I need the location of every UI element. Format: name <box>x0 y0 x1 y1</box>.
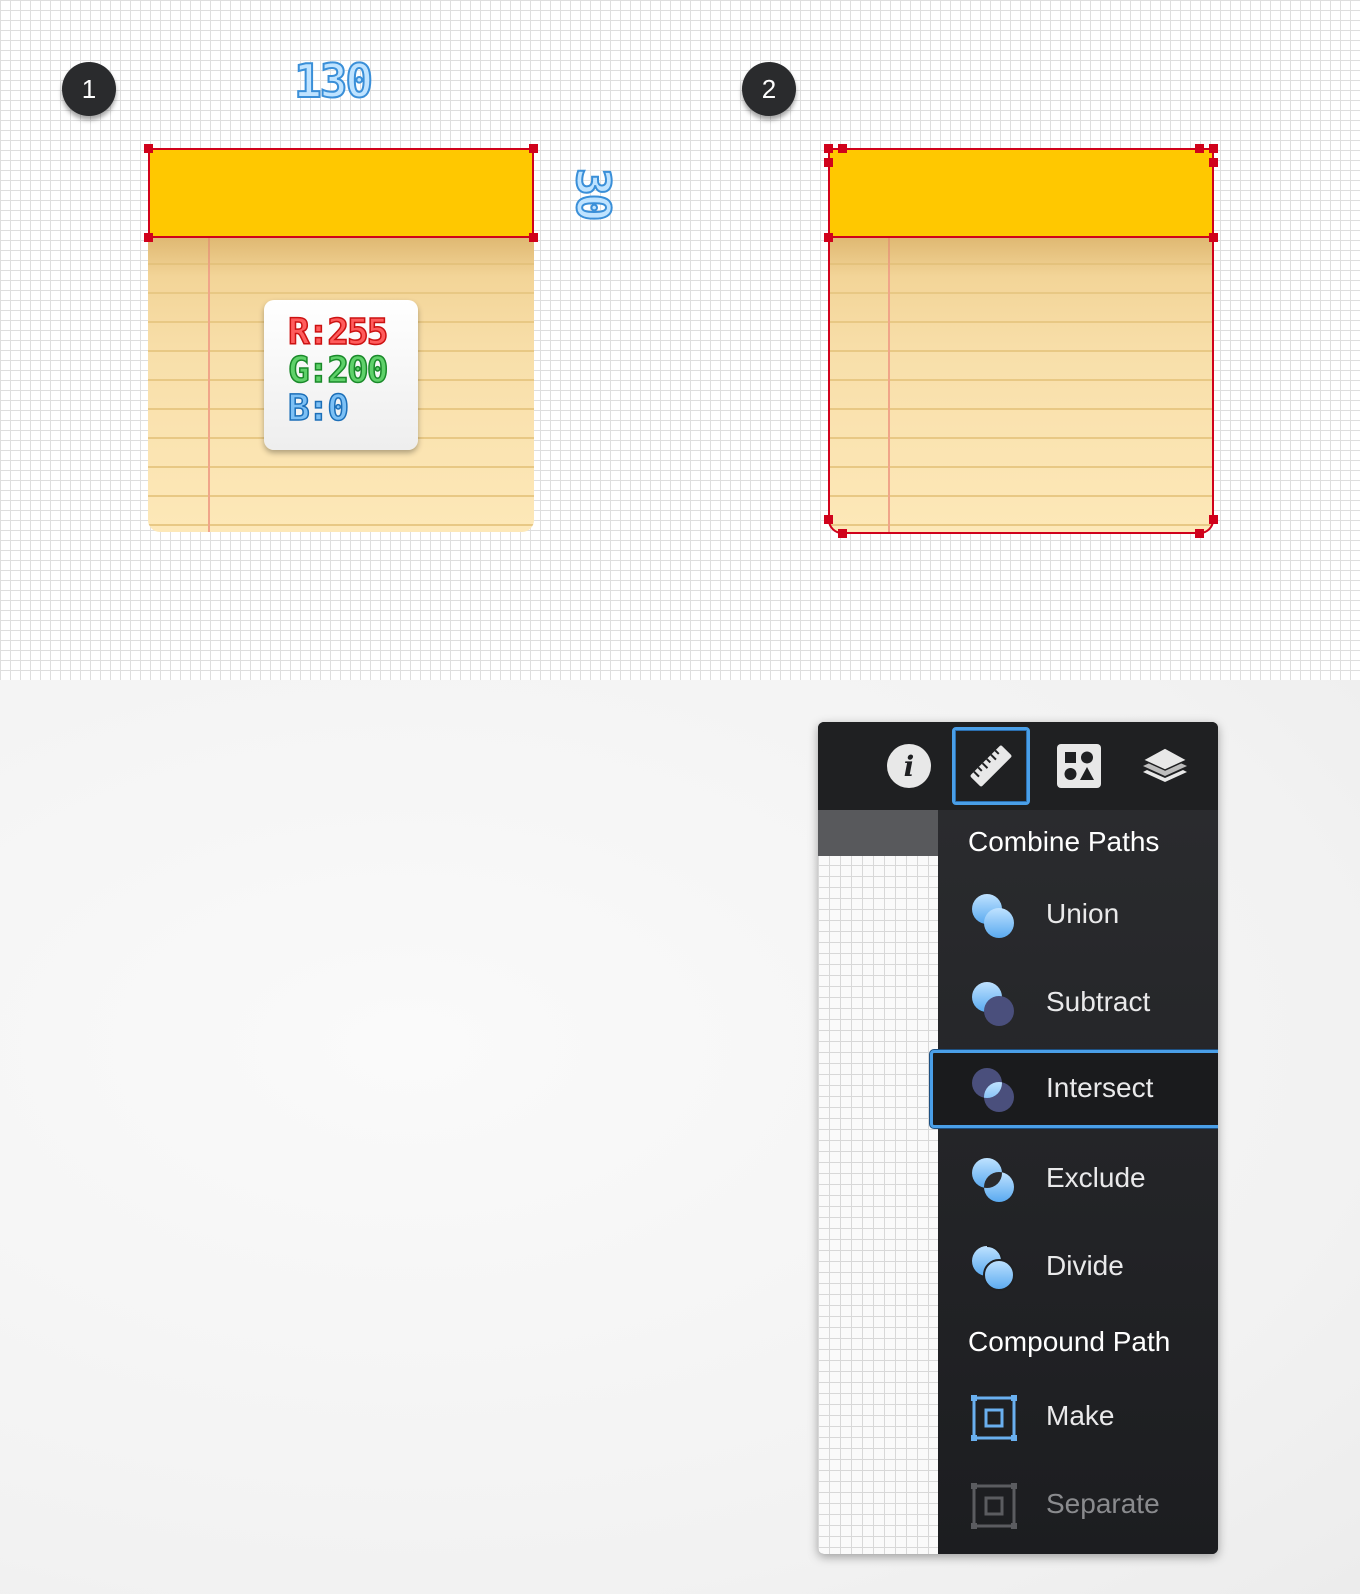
red-value: R:255 <box>287 312 389 353</box>
canvas-preview-header <box>818 810 938 856</box>
shapes-icon <box>1057 744 1101 788</box>
menu-item-label: Make <box>1046 1400 1115 1431</box>
menu-item-label: Separate <box>1046 1488 1160 1519</box>
selection-handle[interactable] <box>1209 144 1218 153</box>
tab-info[interactable]: i <box>870 727 948 805</box>
menu-item-union[interactable]: Union <box>938 876 1218 954</box>
height-dimension-label: 30 <box>565 167 621 220</box>
selection-handle[interactable] <box>144 233 153 242</box>
selection-handle[interactable] <box>529 233 538 242</box>
menu-item-label: Subtract <box>1046 986 1151 1017</box>
info-icon: i <box>887 744 931 788</box>
margin-line <box>208 236 210 532</box>
selection-box-2 <box>828 148 1214 534</box>
selection-handle[interactable] <box>1209 515 1218 524</box>
tab-ruler[interactable] <box>952 727 1030 805</box>
menu-item-label: Union <box>1046 898 1120 929</box>
selection-handle[interactable] <box>838 144 847 153</box>
tab-layers[interactable] <box>1126 727 1204 805</box>
selection-handle[interactable] <box>144 144 153 153</box>
selection-handle[interactable] <box>1195 144 1204 153</box>
menu-item-separate[interactable]: Separate <box>938 1466 1218 1544</box>
color-values-card: R:255 G:200 B:0 <box>264 300 418 450</box>
step-badge-2: 2 <box>742 62 796 116</box>
menu-item-make[interactable]: Make <box>938 1378 1218 1456</box>
intersect-icon <box>972 1068 1014 1112</box>
selection-handle[interactable] <box>824 233 833 242</box>
selection-handle[interactable] <box>1209 233 1218 242</box>
menu-item-intersect[interactable]: Intersect <box>930 1050 1218 1128</box>
layers-icon <box>1141 747 1189 782</box>
green-value: G:200 <box>287 350 389 391</box>
blue-value: B:0 <box>287 388 350 429</box>
width-dimension-label: 130 <box>293 53 374 109</box>
combine-paths-heading: Combine Paths <box>968 826 1160 857</box>
union-icon <box>972 894 1014 938</box>
menu-item-subtract[interactable]: Subtract <box>938 964 1218 1042</box>
selection-handle[interactable] <box>1209 158 1218 167</box>
exclude-icon <box>972 1158 1014 1202</box>
selection-handle[interactable] <box>529 144 538 153</box>
selection-handle[interactable] <box>824 144 833 153</box>
panel-tab-bar: i <box>818 722 1218 810</box>
make-icon <box>971 1395 1017 1441</box>
menu-item-exclude[interactable]: Exclude <box>938 1140 1218 1218</box>
selection-handle[interactable] <box>824 158 833 167</box>
path-operations-menu: Combine Paths Union Subtract Intersect E… <box>930 810 1218 1554</box>
selection-handle[interactable] <box>1195 529 1204 538</box>
divide-icon <box>972 1245 1015 1291</box>
selection-box-1 <box>148 148 534 238</box>
canvas-preview-strip <box>818 810 938 1554</box>
menu-item-label: Divide <box>1046 1250 1124 1281</box>
selection-handle[interactable] <box>838 529 847 538</box>
menu-item-divide[interactable]: Divide <box>938 1228 1218 1306</box>
svg-text:i: i <box>904 750 915 783</box>
tab-shapes[interactable] <box>1040 727 1118 805</box>
selection-handle[interactable] <box>824 515 833 524</box>
menu-item-label: Intersect <box>1046 1072 1154 1103</box>
subtract-icon <box>972 982 1014 1026</box>
ruler-icon <box>970 745 1012 787</box>
step-badge-1: 1 <box>62 62 116 116</box>
pathfinder-panel: i Combine Paths Union Subtract Intersect… <box>818 722 1218 1554</box>
menu-item-label: Exclude <box>1046 1162 1146 1193</box>
compound-path-heading: Compound Path <box>968 1326 1171 1357</box>
separate-icon <box>971 1483 1017 1529</box>
